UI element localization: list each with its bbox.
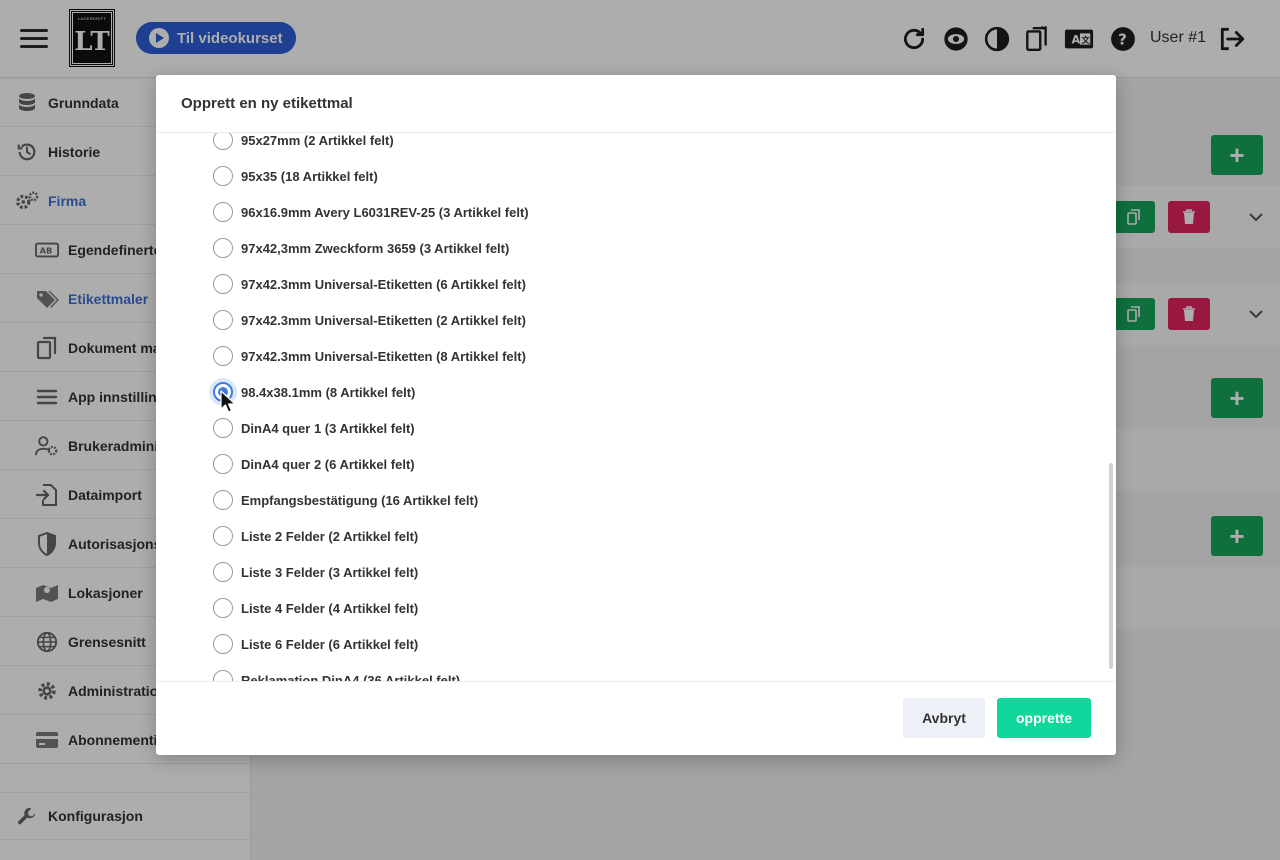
radio-button[interactable] bbox=[213, 490, 233, 510]
radio-option[interactable]: DinA4 quer 2 (6 Artikkel felt) bbox=[213, 452, 415, 476]
radio-button[interactable] bbox=[213, 310, 233, 330]
radio-option[interactable]: 95x35 (18 Artikkel felt) bbox=[213, 164, 378, 188]
divider bbox=[156, 681, 1116, 682]
radio-option[interactable]: DinA4 quer 1 (3 Artikkel felt) bbox=[213, 416, 415, 440]
radio-button[interactable] bbox=[213, 238, 233, 258]
option-label: 97x42.3mm Universal-Etiketten (2 Artikke… bbox=[241, 312, 526, 328]
option-label: Reklamation DinA4 (36 Artikkel felt) bbox=[241, 672, 461, 682]
radio-option[interactable]: Liste 3 Felder (3 Artikkel felt) bbox=[213, 560, 418, 584]
radio-button[interactable] bbox=[213, 202, 233, 222]
option-label: DinA4 quer 2 (6 Artikkel felt) bbox=[241, 456, 415, 472]
mouse-cursor-icon bbox=[220, 390, 236, 413]
option-label: Empfangsbestätigung (16 Artikkel felt) bbox=[241, 492, 479, 508]
option-label: Liste 6 Felder (6 Artikkel felt) bbox=[241, 636, 419, 652]
radio-button[interactable] bbox=[213, 166, 233, 186]
option-label: Liste 2 Felder (2 Artikkel felt) bbox=[241, 528, 419, 544]
radio-option[interactable]: 95x27mm (2 Artikkel felt) bbox=[213, 133, 394, 152]
dialog-title: Opprett en ny etikettmal bbox=[181, 95, 353, 112]
create-label-template-dialog: Opprett en ny etikettmal 95x27mm (2 Arti… bbox=[156, 75, 1116, 755]
radio-option[interactable]: 96x16.9mm Avery L6031REV-25 (3 Artikkel … bbox=[213, 200, 529, 224]
create-button[interactable]: opprette bbox=[997, 698, 1091, 738]
radio-button[interactable] bbox=[213, 346, 233, 366]
option-list[interactable]: 95x27mm (2 Artikkel felt) 95x35 (18 Arti… bbox=[156, 133, 1116, 681]
option-label: Liste 3 Felder (3 Artikkel felt) bbox=[241, 564, 419, 580]
option-label: 97x42.3mm Universal-Etiketten (8 Artikke… bbox=[241, 348, 526, 364]
scrollbar[interactable] bbox=[1109, 463, 1113, 669]
radio-option[interactable]: Reklamation DinA4 (36 Artikkel felt) bbox=[213, 668, 460, 681]
radio-option[interactable]: Liste 4 Felder (4 Artikkel felt) bbox=[213, 596, 418, 620]
radio-button[interactable] bbox=[213, 670, 233, 681]
radio-button[interactable] bbox=[213, 133, 233, 150]
option-label: DinA4 quer 1 (3 Artikkel felt) bbox=[241, 420, 415, 436]
radio-option[interactable]: Liste 6 Felder (6 Artikkel felt) bbox=[213, 632, 418, 656]
radio-option[interactable]: 97x42.3mm Universal-Etiketten (8 Artikke… bbox=[213, 344, 526, 368]
option-label: 95x27mm (2 Artikkel felt) bbox=[241, 133, 394, 148]
option-label: 97x42,3mm Zweckform 3659 (3 Artikkel fel… bbox=[241, 240, 510, 256]
radio-option[interactable]: 97x42.3mm Universal-Etiketten (6 Artikke… bbox=[213, 272, 526, 296]
radio-option[interactable]: Liste 2 Felder (2 Artikkel felt) bbox=[213, 524, 418, 548]
radio-button[interactable] bbox=[213, 454, 233, 474]
radio-button[interactable] bbox=[213, 598, 233, 618]
radio-button[interactable] bbox=[213, 562, 233, 582]
option-label: 96x16.9mm Avery L6031REV-25 (3 Artikkel … bbox=[241, 204, 529, 220]
radio-option[interactable]: 97x42,3mm Zweckform 3659 (3 Artikkel fel… bbox=[213, 236, 509, 260]
option-label: 98.4x38.1mm (8 Artikkel felt) bbox=[241, 384, 416, 400]
option-label: Liste 4 Felder (4 Artikkel felt) bbox=[241, 600, 419, 616]
radio-option[interactable]: Empfangsbestätigung (16 Artikkel felt) bbox=[213, 488, 478, 512]
cancel-button[interactable]: Avbryt bbox=[903, 698, 985, 738]
radio-option[interactable]: 97x42.3mm Universal-Etiketten (2 Artikke… bbox=[213, 308, 526, 332]
option-label: 95x35 (18 Artikkel felt) bbox=[241, 168, 378, 184]
radio-button[interactable] bbox=[213, 274, 233, 294]
radio-option-selected[interactable]: 98.4x38.1mm (8 Artikkel felt) bbox=[213, 380, 415, 404]
radio-button[interactable] bbox=[213, 634, 233, 654]
radio-button[interactable] bbox=[213, 418, 233, 438]
radio-button[interactable] bbox=[213, 526, 233, 546]
option-label: 97x42.3mm Universal-Etiketten (6 Artikke… bbox=[241, 276, 526, 292]
